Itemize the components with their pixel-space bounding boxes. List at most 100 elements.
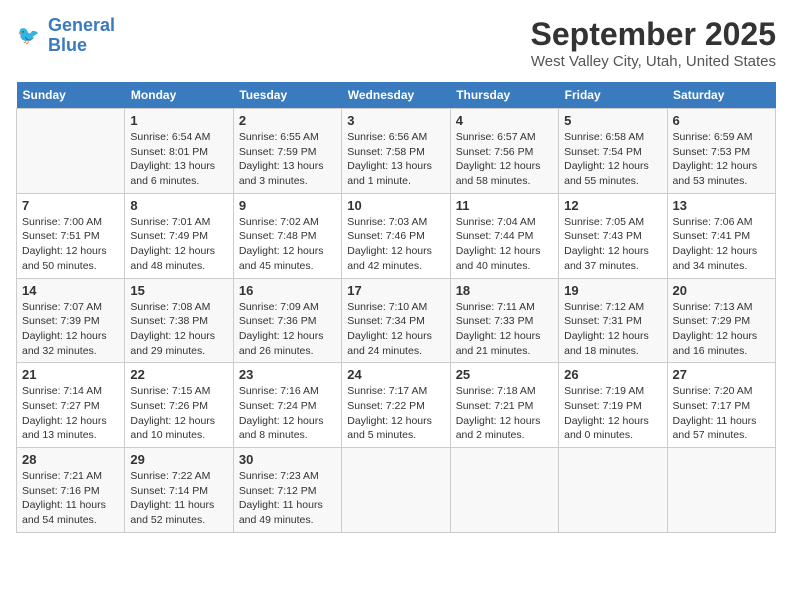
page-header: 🐦 General Blue September 2025 West Valle… (16, 16, 776, 70)
day-number: 15 (130, 283, 227, 298)
calendar-day-cell: 12 Sunrise: 7:05 AM Sunset: 7:43 PM Dayli… (559, 193, 667, 278)
day-info: Sunrise: 7:13 AM Sunset: 7:29 PM Dayligh… (673, 300, 770, 359)
day-info: Sunrise: 7:11 AM Sunset: 7:33 PM Dayligh… (456, 300, 553, 359)
day-info: Sunrise: 7:04 AM Sunset: 7:44 PM Dayligh… (456, 215, 553, 274)
empty-cell (667, 448, 775, 533)
day-number: 3 (347, 113, 444, 128)
day-info: Sunrise: 7:23 AM Sunset: 7:12 PM Dayligh… (239, 469, 336, 528)
day-info: Sunrise: 7:01 AM Sunset: 7:49 PM Dayligh… (130, 215, 227, 274)
calendar-day-cell: 20 Sunrise: 7:13 AM Sunset: 7:29 PM Dayli… (667, 278, 775, 363)
day-number: 12 (564, 198, 661, 213)
empty-cell (17, 109, 125, 194)
day-info: Sunrise: 7:19 AM Sunset: 7:19 PM Dayligh… (564, 384, 661, 443)
day-of-week-header: Thursday (450, 82, 558, 109)
day-info: Sunrise: 6:57 AM Sunset: 7:56 PM Dayligh… (456, 130, 553, 189)
day-number: 26 (564, 367, 661, 382)
day-of-week-header: Saturday (667, 82, 775, 109)
day-info: Sunrise: 7:22 AM Sunset: 7:14 PM Dayligh… (130, 469, 227, 528)
day-number: 8 (130, 198, 227, 213)
calendar-day-cell: 10 Sunrise: 7:03 AM Sunset: 7:46 PM Dayli… (342, 193, 450, 278)
day-info: Sunrise: 6:59 AM Sunset: 7:53 PM Dayligh… (673, 130, 770, 189)
calendar-day-cell: 7 Sunrise: 7:00 AM Sunset: 7:51 PM Daylig… (17, 193, 125, 278)
calendar-day-cell: 14Sunrise: 7:07 AM Sunset: 7:39 PM Dayli… (17, 278, 125, 363)
calendar-day-cell: 17Sunrise: 7:10 AM Sunset: 7:34 PM Dayli… (342, 278, 450, 363)
day-number: 6 (673, 113, 770, 128)
calendar-day-cell: 15 Sunrise: 7:08 AM Sunset: 7:38 PM Dayli… (125, 278, 233, 363)
calendar-day-cell: 8 Sunrise: 7:01 AM Sunset: 7:49 PM Daylig… (125, 193, 233, 278)
day-number: 5 (564, 113, 661, 128)
calendar-header-row: SundayMondayTuesdayWednesdayThursdayFrid… (17, 82, 776, 109)
calendar-table: SundayMondayTuesdayWednesdayThursdayFrid… (16, 82, 776, 533)
calendar-week-row: 21 Sunrise: 7:14 AM Sunset: 7:27 PM Dayli… (17, 363, 776, 448)
day-number: 11 (456, 198, 553, 213)
day-info: Sunrise: 7:03 AM Sunset: 7:46 PM Dayligh… (347, 215, 444, 274)
day-info: Sunrise: 6:58 AM Sunset: 7:54 PM Dayligh… (564, 130, 661, 189)
day-number: 21 (22, 367, 119, 382)
day-info: Sunrise: 7:00 AM Sunset: 7:51 PM Dayligh… (22, 215, 119, 274)
day-info: Sunrise: 6:54 AM Sunset: 8:01 PM Dayligh… (130, 130, 227, 189)
calendar-day-cell: 1Sunrise: 6:54 AM Sunset: 8:01 PM Daylig… (125, 109, 233, 194)
calendar-day-cell: 11 Sunrise: 7:04 AM Sunset: 7:44 PM Dayli… (450, 193, 558, 278)
day-info: Sunrise: 7:06 AM Sunset: 7:41 PM Dayligh… (673, 215, 770, 274)
month-title: September 2025 (531, 16, 776, 53)
day-info: Sunrise: 7:14 AM Sunset: 7:27 PM Dayligh… (22, 384, 119, 443)
calendar-day-cell: 18 Sunrise: 7:11 AM Sunset: 7:33 PM Dayli… (450, 278, 558, 363)
day-number: 10 (347, 198, 444, 213)
calendar-day-cell: 9 Sunrise: 7:02 AM Sunset: 7:48 PM Daylig… (233, 193, 341, 278)
day-info: Sunrise: 7:12 AM Sunset: 7:31 PM Dayligh… (564, 300, 661, 359)
day-number: 18 (456, 283, 553, 298)
logo-text: General Blue (48, 16, 115, 56)
calendar-day-cell: 25Sunrise: 7:18 AM Sunset: 7:21 PM Dayli… (450, 363, 558, 448)
day-info: Sunrise: 7:17 AM Sunset: 7:22 PM Dayligh… (347, 384, 444, 443)
day-info: Sunrise: 6:56 AM Sunset: 7:58 PM Dayligh… (347, 130, 444, 189)
logo-general: General (48, 15, 115, 35)
calendar-day-cell: 19 Sunrise: 7:12 AM Sunset: 7:31 PM Dayli… (559, 278, 667, 363)
day-of-week-header: Tuesday (233, 82, 341, 109)
calendar-day-cell: 24Sunrise: 7:17 AM Sunset: 7:22 PM Dayli… (342, 363, 450, 448)
calendar-day-cell: 13 Sunrise: 7:06 AM Sunset: 7:41 PM Dayli… (667, 193, 775, 278)
calendar-day-cell: 5 Sunrise: 6:58 AM Sunset: 7:54 PM Daylig… (559, 109, 667, 194)
day-number: 27 (673, 367, 770, 382)
empty-cell (450, 448, 558, 533)
day-info: Sunrise: 7:08 AM Sunset: 7:38 PM Dayligh… (130, 300, 227, 359)
day-of-week-header: Friday (559, 82, 667, 109)
calendar-day-cell: 27Sunrise: 7:20 AM Sunset: 7:17 PM Dayli… (667, 363, 775, 448)
calendar-day-cell: 6 Sunrise: 6:59 AM Sunset: 7:53 PM Daylig… (667, 109, 775, 194)
calendar-week-row: 7 Sunrise: 7:00 AM Sunset: 7:51 PM Daylig… (17, 193, 776, 278)
day-info: Sunrise: 7:21 AM Sunset: 7:16 PM Dayligh… (22, 469, 119, 528)
day-number: 13 (673, 198, 770, 213)
day-info: Sunrise: 7:09 AM Sunset: 7:36 PM Dayligh… (239, 300, 336, 359)
svg-text:🐦: 🐦 (17, 25, 40, 45)
calendar-day-cell: 2Sunrise: 6:55 AM Sunset: 7:59 PM Daylig… (233, 109, 341, 194)
calendar-day-cell: 29Sunrise: 7:22 AM Sunset: 7:14 PM Dayli… (125, 448, 233, 533)
title-block: September 2025 West Valley City, Utah, U… (531, 16, 776, 70)
day-number: 20 (673, 283, 770, 298)
day-number: 19 (564, 283, 661, 298)
calendar-day-cell: 21 Sunrise: 7:14 AM Sunset: 7:27 PM Dayli… (17, 363, 125, 448)
calendar-day-cell: 28 Sunrise: 7:21 AM Sunset: 7:16 PM Dayli… (17, 448, 125, 533)
day-info: Sunrise: 6:55 AM Sunset: 7:59 PM Dayligh… (239, 130, 336, 189)
day-info: Sunrise: 7:15 AM Sunset: 7:26 PM Dayligh… (130, 384, 227, 443)
empty-cell (559, 448, 667, 533)
day-number: 7 (22, 198, 119, 213)
calendar-day-cell: 23Sunrise: 7:16 AM Sunset: 7:24 PM Dayli… (233, 363, 341, 448)
calendar-day-cell: 30 Sunrise: 7:23 AM Sunset: 7:12 PM Dayli… (233, 448, 341, 533)
day-info: Sunrise: 7:18 AM Sunset: 7:21 PM Dayligh… (456, 384, 553, 443)
day-number: 30 (239, 452, 336, 467)
calendar-day-cell: 4Sunrise: 6:57 AM Sunset: 7:56 PM Daylig… (450, 109, 558, 194)
calendar-week-row: 28 Sunrise: 7:21 AM Sunset: 7:16 PM Dayli… (17, 448, 776, 533)
day-number: 9 (239, 198, 336, 213)
day-info: Sunrise: 7:16 AM Sunset: 7:24 PM Dayligh… (239, 384, 336, 443)
calendar-day-cell: 3 Sunrise: 6:56 AM Sunset: 7:58 PM Daylig… (342, 109, 450, 194)
day-number: 22 (130, 367, 227, 382)
calendar-day-cell: 16 Sunrise: 7:09 AM Sunset: 7:36 PM Dayli… (233, 278, 341, 363)
day-number: 16 (239, 283, 336, 298)
logo-blue: Blue (48, 35, 87, 55)
day-info: Sunrise: 7:05 AM Sunset: 7:43 PM Dayligh… (564, 215, 661, 274)
calendar-day-cell: 22 Sunrise: 7:15 AM Sunset: 7:26 PM Dayli… (125, 363, 233, 448)
day-info: Sunrise: 7:07 AM Sunset: 7:39 PM Dayligh… (22, 300, 119, 359)
day-number: 17 (347, 283, 444, 298)
calendar-week-row: 1Sunrise: 6:54 AM Sunset: 8:01 PM Daylig… (17, 109, 776, 194)
day-info: Sunrise: 7:02 AM Sunset: 7:48 PM Dayligh… (239, 215, 336, 274)
day-number: 28 (22, 452, 119, 467)
